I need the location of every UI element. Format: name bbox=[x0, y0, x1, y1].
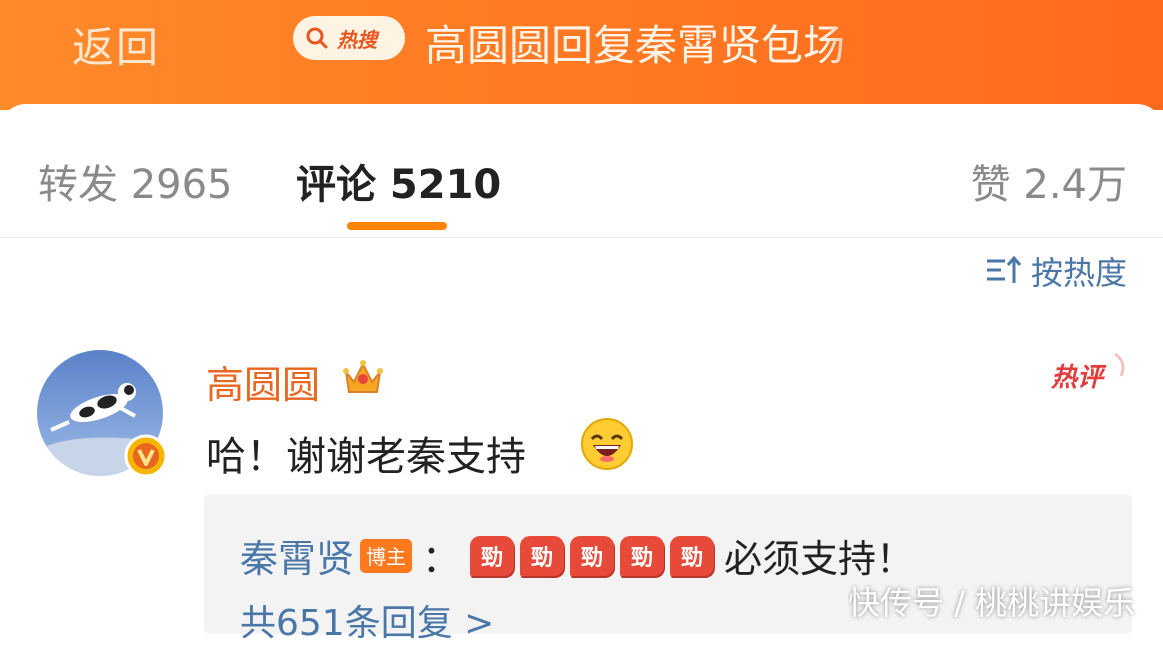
page-title: 高圆圆回复秦霄贤包场 bbox=[425, 21, 846, 70]
comment-text: 哈！谢谢老秦支持 bbox=[206, 434, 526, 480]
search-icon bbox=[306, 27, 328, 49]
crown-icon bbox=[343, 360, 383, 393]
laughing-emoji-icon bbox=[581, 418, 633, 470]
tab-like[interactable]: 赞 2.4万 bbox=[971, 152, 1127, 210]
jin-emoji-icon: 勁 bbox=[520, 535, 565, 576]
jin-emoji-icon: 勁 bbox=[620, 535, 665, 576]
tab-comment[interactable]: 评论 5210 bbox=[296, 152, 501, 210]
hot-search-pill[interactable]: 热搜 bbox=[293, 16, 405, 60]
back-button[interactable]: 返回 bbox=[72, 14, 160, 75]
svg-text:热评: 热评 bbox=[1050, 363, 1107, 393]
sort-label: 按热度 bbox=[1030, 254, 1127, 292]
reply-username[interactable]: 秦霄贤 bbox=[240, 528, 354, 583]
content-panel: 转发 2965 评论 5210 赞 2.4万 按热度 高圆圆 热评 哈！谢谢老秦… bbox=[0, 104, 1163, 644]
sort-icon bbox=[986, 255, 1021, 283]
reply-colon: ： bbox=[422, 537, 461, 581]
blogger-badge: 博主 bbox=[360, 538, 413, 573]
tab-bar: 转发 2965 评论 5210 赞 2.4万 bbox=[0, 104, 1163, 238]
jin-emoji-icon: 勁 bbox=[470, 535, 515, 576]
tab-repost[interactable]: 转发 2965 bbox=[38, 152, 233, 210]
sort-by-heat-button[interactable]: 按热度 bbox=[985, 248, 1127, 294]
view-replies-link[interactable]: 共651条回复 > bbox=[240, 594, 494, 646]
jin-emoji-icon: 勁 bbox=[570, 535, 615, 576]
hot-search-label: 热搜 bbox=[337, 27, 377, 52]
comment-username[interactable]: 高圆圆 bbox=[206, 354, 320, 409]
active-tab-indicator bbox=[347, 222, 447, 230]
watermark: 快传号 / 桃桃讲娱乐 bbox=[848, 584, 1136, 622]
reply-preview-line: 秦霄贤 博主 ： 勁 勁 勁 勁 勁 必须支持！ bbox=[240, 528, 914, 583]
top-bar: 返回 热搜 高圆圆回复秦霄贤包场 bbox=[0, 0, 1163, 110]
reply-text: 必须支持！ bbox=[724, 537, 915, 581]
hot-comment-badge: 热评 bbox=[1050, 352, 1125, 393]
jin-emoji-icon: 勁 bbox=[670, 535, 715, 576]
verified-v-icon bbox=[124, 434, 168, 478]
